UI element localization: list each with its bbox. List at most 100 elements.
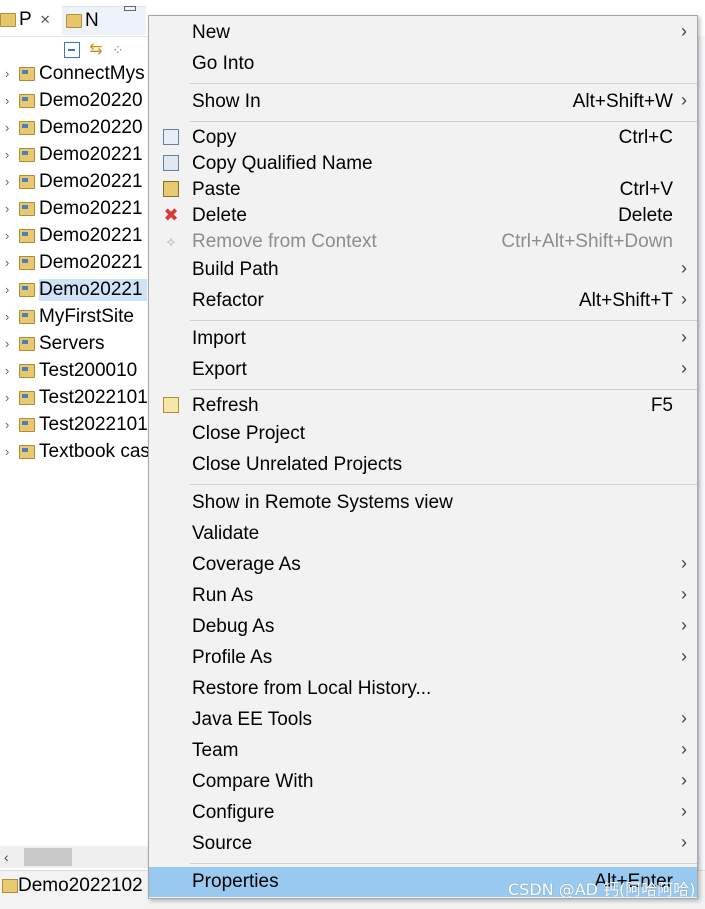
tree-item-label: Textbook cas [39,440,150,462]
menu-item-shortcut: F5 [650,395,673,416]
menu-separator [190,484,697,485]
menu-separator [190,863,697,864]
menu-item-export[interactable]: Export › [149,355,697,385]
link-with-editor-icon[interactable]: ⇆ [88,42,104,58]
collapse-all-icon[interactable] [64,42,80,58]
menu-item-label: Close Project [192,423,305,444]
menu-item-run-as[interactable]: Run As › [149,581,697,611]
tree-item-label: Test2022101 [39,386,148,408]
submenu-arrow-icon: › [681,584,687,604]
project-icon [2,879,18,893]
menu-item-close-project[interactable]: Close Project [149,419,697,449]
menu-item-label: Java EE Tools [192,709,313,730]
expand-arrow-icon[interactable]: › [5,336,17,351]
menu-item-remove-from-context: ⟡ Remove from Context Ctrl+Alt+Shift+Down [149,227,697,257]
menu-item-compare-with[interactable]: Compare With › [149,767,697,797]
submenu-arrow-icon: › [681,770,687,790]
menu-item-label: Remove from Context [192,231,377,252]
menu-separator [190,83,697,84]
expand-arrow-icon[interactable]: › [5,363,17,378]
menu-item-new[interactable]: New › [149,18,697,48]
paste-icon [163,181,179,197]
project-tree: › ConnectMys › Demo20220 › Demo20220 › Demo2… [0,60,150,465]
submenu-arrow-icon: › [681,90,687,110]
menu-item-build-path[interactable]: Build Path › [149,255,697,285]
menu-item-close-unrelated-projects[interactable]: Close Unrelated Projects [149,450,697,480]
tree-item[interactable]: › Demo20221 [0,141,150,168]
tree-item[interactable]: › Demo20220 [0,87,150,114]
project-icon [19,174,35,189]
scrollbar-thumb[interactable] [24,848,72,866]
submenu-arrow-icon: › [681,646,687,666]
tree-item[interactable]: › ConnectMys [0,60,150,87]
expand-arrow-icon[interactable]: › [5,66,17,81]
menu-item-go-into[interactable]: Go Into [149,49,697,79]
expand-arrow-icon[interactable]: › [5,444,17,459]
tree-item-label: Test2022101 [39,413,148,435]
expand-arrow-icon[interactable]: › [5,174,17,189]
menu-item-label: Go Into [192,53,255,74]
menu-item-label: Copy [192,127,237,148]
menu-item-refresh[interactable]: Refresh F5 [149,391,697,421]
menu-item-configure[interactable]: Configure › [149,798,697,828]
status-text: Demo2022102 [18,875,143,896]
menu-item-show-in[interactable]: Show In Alt+Shift+W › [149,87,697,117]
tree-item[interactable]: › Demo20221 [0,222,150,249]
expand-arrow-icon[interactable]: › [5,201,17,216]
tree-item[interactable]: › Demo20221 [0,195,150,222]
menu-item-label: Import [192,328,246,349]
expand-arrow-icon[interactable]: › [5,390,17,405]
menu-item-label: Coverage As [192,554,301,575]
context-menu: New › Go Into Show In Alt+Shift+W › Copy Ctr… [148,15,698,899]
expand-arrow-icon[interactable]: › [5,282,17,297]
tree-item[interactable]: › MyFirstSite [0,303,150,330]
menu-item-import[interactable]: Import › [149,324,697,354]
horizontal-scrollbar[interactable]: ‹ [0,846,148,868]
tree-item[interactable]: › Textbook cas [0,438,150,465]
tree-item[interactable]: › Test200010 [0,357,150,384]
expand-arrow-icon[interactable]: › [5,417,17,432]
menu-item-restore-from-local-history[interactable]: Restore from Local History... [149,674,697,704]
menu-item-java-ee-tools[interactable]: Java EE Tools › [149,705,697,735]
view-menu-icon[interactable]: ⁘ [112,42,128,58]
expand-arrow-icon[interactable]: › [5,147,17,162]
tab-package-explorer[interactable]: P ✕ [0,6,58,34]
expand-arrow-icon[interactable]: › [5,120,17,135]
tree-item[interactable]: › Test2022101 [0,411,150,438]
menu-item-show-in-remote-systems-view[interactable]: Show in Remote Systems view [149,488,697,518]
project-icon [19,201,35,216]
menu-item-source[interactable]: Source › [149,829,697,859]
project-icon [19,147,35,162]
menu-item-refactor[interactable]: Refactor Alt+Shift+T › [149,286,697,316]
submenu-arrow-icon: › [681,358,687,378]
navigator-icon [66,14,82,28]
expand-arrow-icon[interactable]: › [5,309,17,324]
menu-item-label: Build Path [192,259,279,280]
menu-item-profile-as[interactable]: Profile As › [149,643,697,673]
tree-item[interactable]: › Demo20221 [0,168,150,195]
menu-item-debug-as[interactable]: Debug As › [149,612,697,642]
menu-item-validate[interactable]: Validate [149,519,697,549]
tree-item[interactable]: › Test2022101 [0,384,150,411]
tree-item-label: Demo20221 [39,170,143,192]
scroll-left-icon[interactable]: ‹ [4,846,9,868]
tree-item[interactable]: › Servers [0,330,150,357]
expand-arrow-icon[interactable]: › [5,228,17,243]
project-icon [19,66,35,81]
folder-icon [19,336,35,351]
menu-item-shortcut: Ctrl+Alt+Shift+Down [501,231,673,252]
tree-item[interactable]: › Demo20221 [0,249,150,276]
tree-item-label: Demo20221 [39,278,147,301]
tree-item[interactable]: › Demo20220 [0,114,150,141]
menu-item-coverage-as[interactable]: Coverage As › [149,550,697,580]
menu-item-label: Show In [192,91,261,112]
delete-icon: ✖ [163,205,179,225]
explorer-toolbar: ⇆ ⁘ [64,40,148,60]
menu-item-label: Run As [192,585,254,606]
minimize-icon[interactable] [124,6,136,11]
close-icon[interactable]: ✕ [40,12,51,28]
menu-item-team[interactable]: Team › [149,736,697,766]
expand-arrow-icon[interactable]: › [5,255,17,270]
expand-arrow-icon[interactable]: › [5,93,17,108]
tree-item-selected[interactable]: › Demo20221 [0,276,150,303]
